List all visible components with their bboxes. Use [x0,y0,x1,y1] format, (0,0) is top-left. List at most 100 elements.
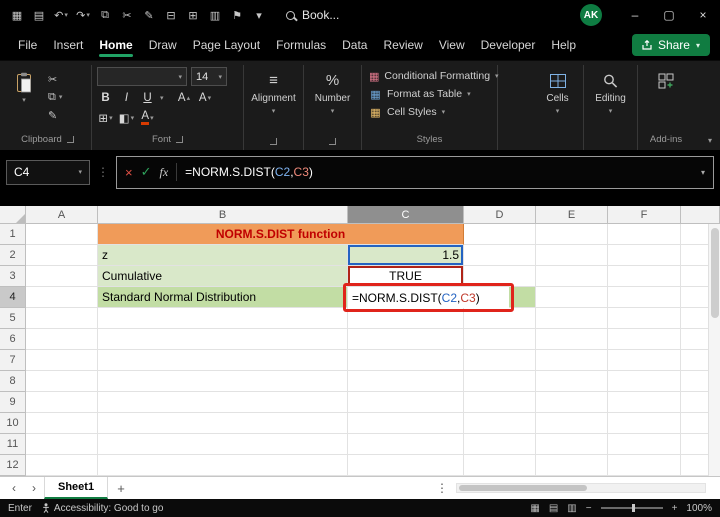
cell-e1[interactable] [536,224,608,245]
italic-button[interactable]: I [118,90,135,106]
alignment-dialog-launcher-icon[interactable] [270,138,277,145]
tab-help[interactable]: Help [543,31,584,59]
cell-d2[interactable] [464,245,536,266]
cell[interactable] [464,455,536,476]
shrink-font-button[interactable]: A ▾ [197,90,214,106]
cell[interactable] [348,371,464,392]
cell-e4[interactable] [536,287,608,308]
paste-caret-icon[interactable]: ▾ [22,96,26,104]
cell-b2[interactable]: z [98,245,348,266]
cell[interactable] [98,392,348,413]
cell-c2[interactable]: 1.5 [348,245,464,266]
paste-button[interactable]: ▾ [9,69,39,122]
cell[interactable] [98,329,348,350]
cell[interactable] [464,371,536,392]
cut-button[interactable]: ✂ [48,72,62,86]
undo-caret-icon[interactable]: ▾ [64,11,68,19]
prev-sheet-icon[interactable]: ‹ [4,481,24,495]
cell-a2[interactable] [26,245,98,266]
copy-icon[interactable]: ⧉ [94,3,116,27]
normal-view-icon[interactable]: ▦ [530,503,539,514]
font-color-caret-icon[interactable]: ▾ [150,114,154,122]
cell[interactable] [348,434,464,455]
underline-button[interactable]: U [139,90,156,106]
alignment-button[interactable]: ≡ Alignment ▾ [249,67,298,115]
fill-color-caret-icon[interactable]: ▾ [131,114,135,122]
name-box[interactable]: C4 ▾ [6,159,90,185]
add-sheet-button[interactable]: + [108,481,134,496]
column-header-b[interactable]: B [98,206,348,224]
format-painter-icon[interactable]: ✎ [138,3,160,27]
cell[interactable] [26,371,98,392]
cell[interactable] [26,329,98,350]
cell-b4[interactable]: Standard Normal Distribution [98,287,348,308]
cell[interactable] [98,455,348,476]
tab-developer[interactable]: Developer [473,31,544,59]
cell-f4[interactable] [608,287,681,308]
name-box-caret-icon[interactable]: ▾ [78,168,82,176]
formula-text[interactable]: =NORM.S.DIST(C2, C3) [185,165,313,179]
cell[interactable] [348,392,464,413]
borders-button[interactable]: ⊞ ▾ [97,110,114,126]
cell[interactable] [536,308,608,329]
addins-button[interactable] [643,67,689,90]
cell-e2[interactable] [536,245,608,266]
cells-button[interactable]: Cells ▾ [537,67,578,115]
cell[interactable] [464,434,536,455]
tab-draw[interactable]: Draw [141,31,185,59]
zoom-out-icon[interactable]: − [586,503,592,514]
number-dialog-launcher-icon[interactable] [329,138,336,145]
row-header-4[interactable]: 4 [0,287,26,308]
font-size-combo[interactable]: 14 ▾ [191,67,227,86]
enter-icon[interactable]: ✓ [141,164,152,180]
row-header-6[interactable]: 6 [0,329,26,350]
row-header-7[interactable]: 7 [0,350,26,371]
cancel-icon[interactable]: × [125,165,133,180]
collapse-ribbon-icon[interactable]: ▾ [708,136,712,145]
next-sheet-icon[interactable]: › [24,481,44,495]
cell[interactable] [98,413,348,434]
cell[interactable] [536,371,608,392]
format-painter-button[interactable]: ✎ [48,108,62,122]
cell-f3[interactable] [608,266,681,287]
table-icon[interactable]: ⊞ [182,3,204,27]
cell[interactable] [348,455,464,476]
sheetbar-menu-icon[interactable]: ⋮ [436,481,448,495]
row-header-11[interactable]: 11 [0,434,26,455]
cell[interactable] [26,392,98,413]
page-break-view-icon[interactable]: ▥ [567,503,576,514]
print-icon[interactable]: ⊟ [160,3,182,27]
page-layout-view-icon[interactable]: ▤ [549,503,558,514]
insert-function-icon[interactable]: fx [160,165,169,180]
font-name-combo[interactable]: ▾ [97,67,187,86]
row-header-1[interactable]: 1 [0,224,26,245]
select-all-corner[interactable] [0,206,26,224]
font-dialog-launcher-icon[interactable] [176,136,183,143]
accessibility-status[interactable]: Accessibility: Good to go [42,503,163,514]
tab-home[interactable]: Home [91,31,140,59]
clipboard-dialog-launcher-icon[interactable] [66,136,74,143]
save-icon[interactable]: ▤ [28,3,50,27]
bold-button[interactable]: B [97,90,114,106]
flag-icon[interactable]: ⚑ [226,3,248,27]
tab-file[interactable]: File [10,31,45,59]
cell[interactable] [26,350,98,371]
qat-customize-icon[interactable]: ▾ [248,3,270,27]
cell[interactable] [26,413,98,434]
row-header-8[interactable]: 8 [0,371,26,392]
cell-f1[interactable] [608,224,681,245]
column-header-f[interactable]: F [608,206,681,224]
cell[interactable] [608,413,681,434]
zoom-in-icon[interactable]: + [672,503,678,514]
cell-d1[interactable] [464,224,536,245]
avatar[interactable]: AK [580,4,602,26]
minimize-button[interactable]: – [618,0,652,30]
cell-styles-button[interactable]: ▦ Cell Styles ▾ [367,103,492,121]
formula-bar-divider[interactable]: ⋮ [97,165,109,179]
font-color-button[interactable]: A ▾ [139,110,156,126]
cell[interactable] [464,329,536,350]
row-header-12[interactable]: 12 [0,455,26,476]
zoom-slider[interactable] [600,504,663,512]
column-header-d[interactable]: D [464,206,536,224]
cell[interactable] [464,413,536,434]
